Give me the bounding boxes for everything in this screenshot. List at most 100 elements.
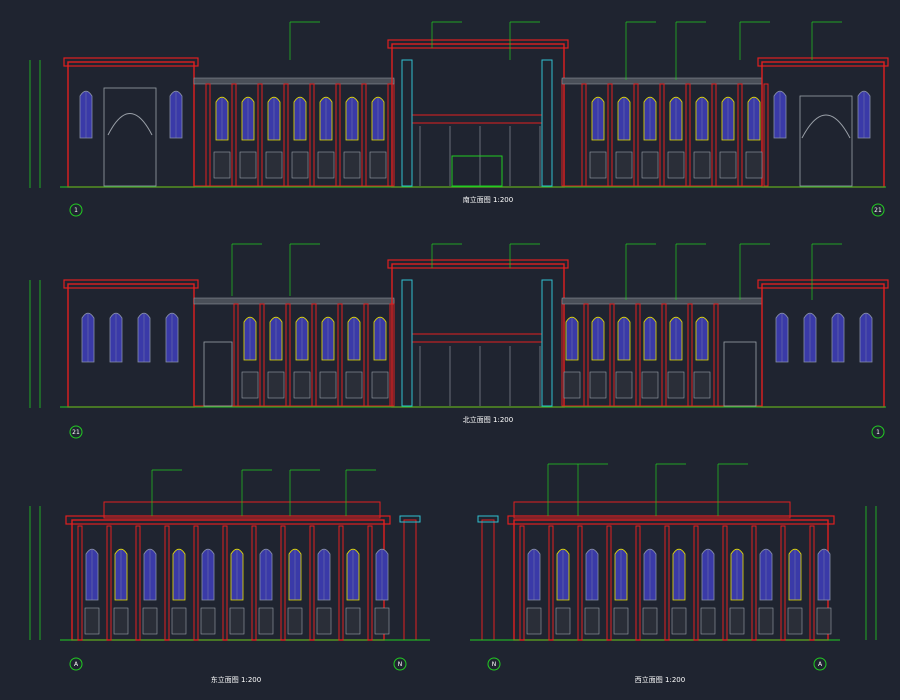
- center-left-column: [401, 279, 413, 407]
- lower-window: [239, 151, 257, 179]
- center-canopy: [411, 114, 543, 124]
- center-canopy: [411, 333, 543, 343]
- west-elevation: [470, 501, 840, 641]
- lower-window: [584, 607, 600, 635]
- lower-window: [700, 607, 716, 635]
- grid-bubble-label: 1: [876, 429, 880, 436]
- north-caption: 北立面图 1:200: [463, 415, 513, 424]
- center-right-column: [541, 59, 553, 187]
- left-entrance-arch: [107, 113, 153, 136]
- lower-window: [258, 607, 274, 635]
- main-entrance-door: [451, 155, 503, 187]
- pilaster: [763, 83, 769, 187]
- pilaster: [519, 525, 525, 641]
- north-windows: [81, 303, 873, 407]
- east-caption: 东立面图 1:200: [211, 675, 261, 684]
- lower-window: [667, 371, 685, 399]
- pilaster: [661, 303, 667, 407]
- pilaster: [577, 525, 583, 641]
- pilaster: [222, 525, 228, 641]
- left-arched-entrance: [103, 87, 157, 187]
- lower-window: [374, 607, 390, 635]
- lower-window: [693, 371, 711, 399]
- pilaster: [607, 83, 613, 187]
- pilaster: [363, 303, 369, 407]
- lower-window: [345, 371, 363, 399]
- west-pier-cap: [477, 515, 499, 523]
- pilaster: [280, 525, 286, 641]
- west-side-pier: [481, 519, 495, 641]
- pilaster: [687, 303, 693, 407]
- left-door: [203, 341, 233, 407]
- lower-window: [719, 151, 737, 179]
- east-elevation: [60, 501, 430, 641]
- pilaster: [711, 83, 717, 187]
- lower-window: [84, 607, 100, 635]
- pilaster: [338, 525, 344, 641]
- right-entrance-arch: [801, 114, 851, 139]
- lower-window: [316, 607, 332, 635]
- elevation-sheet: 南立面图 1:200 北立面图 1:200 东立面图 1:200 西立面图 1:…: [29, 21, 889, 684]
- lower-window: [589, 151, 607, 179]
- grid-bubble-label: 21: [72, 429, 80, 436]
- pilaster: [337, 303, 343, 407]
- pilaster: [609, 303, 615, 407]
- lower-window: [671, 607, 687, 635]
- west-caption: 西立面图 1:200: [635, 675, 685, 684]
- lower-window: [641, 371, 659, 399]
- east-side-pier: [403, 519, 417, 641]
- south-windows: [79, 83, 871, 187]
- pilaster: [285, 303, 291, 407]
- west-windows: [519, 525, 832, 641]
- lower-window: [213, 151, 231, 179]
- center-block: [391, 263, 565, 408]
- lower-window: [229, 607, 245, 635]
- pilaster: [205, 83, 211, 187]
- pilaster: [685, 83, 691, 187]
- right-connector-roof: [561, 77, 763, 85]
- lower-window: [816, 607, 832, 635]
- pilaster: [231, 83, 237, 187]
- pilaster: [106, 525, 112, 641]
- lower-window: [293, 371, 311, 399]
- pilaster: [722, 525, 728, 641]
- pilaster: [361, 83, 367, 187]
- lower-window: [287, 607, 303, 635]
- pilaster: [311, 303, 317, 407]
- north-elevation: [60, 259, 889, 408]
- south-caption: 南立面图 1:200: [463, 195, 513, 204]
- pilaster: [606, 525, 612, 641]
- east-windows: [77, 525, 390, 641]
- pilaster: [809, 525, 815, 641]
- lower-window: [526, 607, 542, 635]
- pilaster: [780, 525, 786, 641]
- lower-window: [563, 371, 581, 399]
- grid-bubble-label: N: [492, 661, 497, 668]
- lower-window: [345, 607, 361, 635]
- right-connector-roof: [561, 297, 763, 305]
- lower-window: [613, 607, 629, 635]
- pilaster: [251, 525, 257, 641]
- grid-bubble-label: N: [398, 661, 403, 668]
- lower-window: [642, 607, 658, 635]
- lower-window: [241, 371, 259, 399]
- lower-window: [171, 607, 187, 635]
- lower-window: [758, 607, 774, 635]
- lower-window: [371, 371, 389, 399]
- lower-window: [319, 371, 337, 399]
- pilaster: [259, 303, 265, 407]
- pilaster: [335, 83, 341, 187]
- lower-window: [142, 607, 158, 635]
- center-right-column: [541, 279, 553, 407]
- left-connector-roof: [193, 77, 395, 85]
- pilaster: [135, 525, 141, 641]
- pilaster: [659, 83, 665, 187]
- pilaster: [713, 303, 719, 407]
- right-door: [723, 341, 757, 407]
- pilaster: [283, 83, 289, 187]
- pilaster: [635, 525, 641, 641]
- pilaster: [257, 83, 263, 187]
- lower-window: [745, 151, 763, 179]
- lower-window: [369, 151, 387, 179]
- left-connector-roof: [193, 297, 395, 305]
